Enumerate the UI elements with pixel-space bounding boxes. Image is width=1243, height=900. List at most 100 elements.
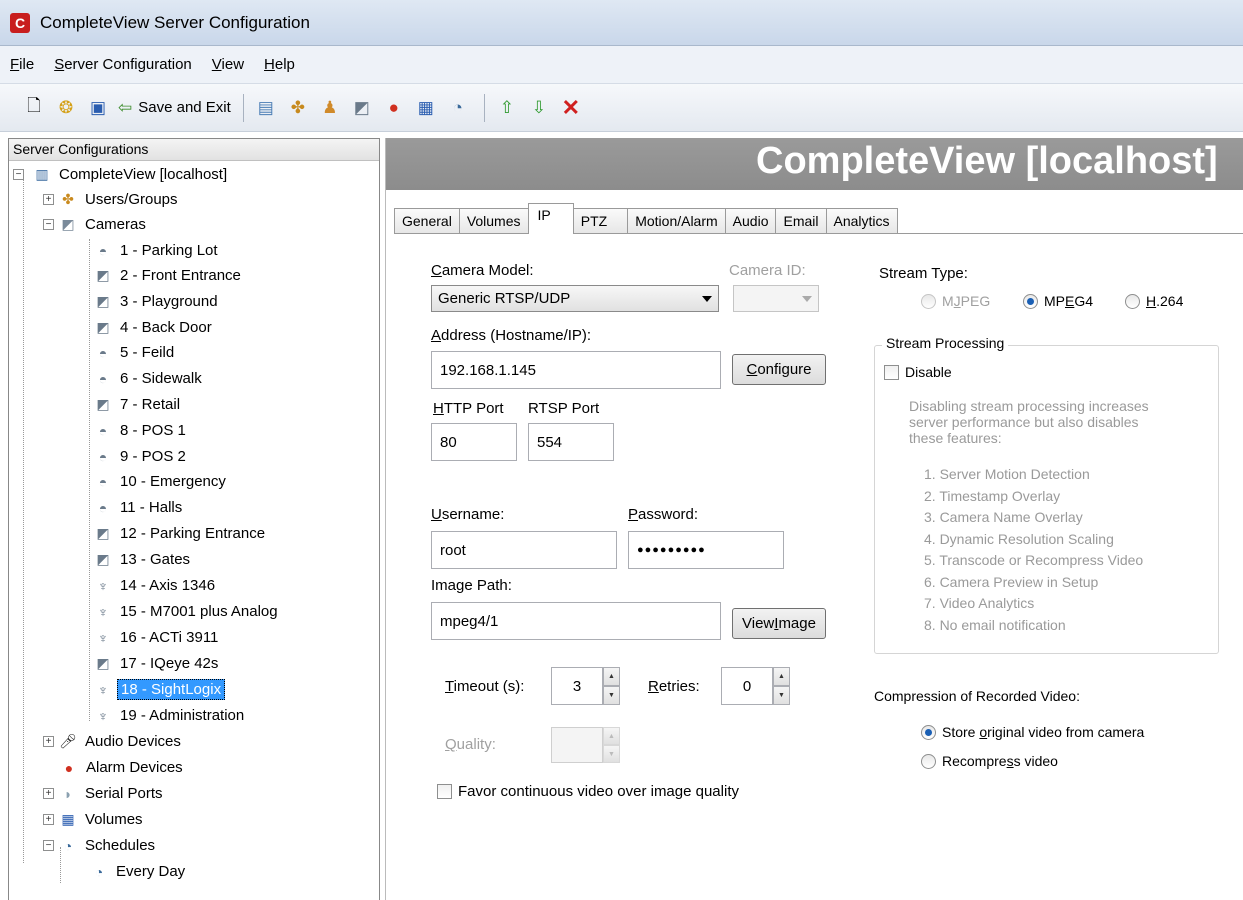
tree-item-camera-selected[interactable]: ♆ 18 - SightLogix xyxy=(93,677,226,702)
menu-server-configuration[interactable]: Server Configuration xyxy=(54,56,192,73)
tab-motion-alarm[interactable]: Motion/Alarm xyxy=(627,208,726,234)
spin-up-icon[interactable]: ▲ xyxy=(603,727,620,745)
move-up-icon[interactable]: ⇧ xyxy=(495,97,519,119)
tree-item-camera[interactable]: ♆ 14 - Axis 1346 xyxy=(93,573,218,598)
address-input[interactable]: 192.168.1.145 xyxy=(431,351,721,389)
menu-file[interactable]: File xyxy=(10,56,34,73)
expand-icon[interactable]: + xyxy=(43,736,54,747)
rtsp-port-input[interactable]: 554 xyxy=(528,423,614,461)
h264-radio[interactable] xyxy=(1125,293,1140,309)
view-image-button[interactable]: View Image xyxy=(732,608,826,639)
save-and-exit-button[interactable]: ⇦ Save and Exit xyxy=(118,98,231,118)
tree-item-camera[interactable]: ◩ 2 - Front Entrance xyxy=(93,263,244,288)
mpeg4-radio[interactable] xyxy=(1023,293,1038,309)
tree-item-camera[interactable]: ◩ 4 - Back Door xyxy=(93,315,215,340)
tree-item-camera[interactable]: ◩ 17 - IQeye 42s xyxy=(93,651,221,676)
quality-value[interactable] xyxy=(551,727,603,763)
add-server-icon[interactable]: ▤ xyxy=(254,97,278,119)
configure-button[interactable]: Configure xyxy=(732,354,826,385)
timeout-spinner[interactable]: 3 ▲ ▼ xyxy=(551,667,620,705)
favor-continuous-option[interactable]: Favor continuous video over image qualit… xyxy=(437,783,739,800)
mjpeg-radio[interactable] xyxy=(921,293,936,309)
ip-camera-icon: ♆ xyxy=(97,629,109,646)
username-input[interactable]: root xyxy=(431,531,617,569)
expand-icon[interactable]: + xyxy=(43,788,54,799)
tree-root[interactable]: − ▥ CompleteView [localhost] xyxy=(13,162,230,187)
tree-item-camera[interactable]: ◓ 11 - Halls xyxy=(93,495,185,520)
quality-label: Quality: xyxy=(445,736,496,753)
open-icon[interactable]: ❂ xyxy=(54,97,78,119)
tree-item-camera[interactable]: ◓ 9 - POS 2 xyxy=(93,444,189,469)
tree-item-alarm-devices[interactable]: ● Alarm Devices xyxy=(59,755,186,780)
mjpeg-option[interactable]: MJPEG xyxy=(921,293,990,309)
tree-item-schedules[interactable]: − ◔ Schedules xyxy=(43,833,158,858)
camera-model-select[interactable]: Generic RTSP/UDP xyxy=(431,285,719,312)
h264-option[interactable]: H.264 xyxy=(1125,293,1183,309)
add-alarm-icon[interactable]: ● xyxy=(382,97,406,119)
tree-item-users-groups[interactable]: + ✤ Users/Groups xyxy=(43,187,181,212)
password-input[interactable]: ●●●●●●●●● xyxy=(628,531,784,569)
expand-icon[interactable]: + xyxy=(43,194,54,205)
tree-item-camera[interactable]: ◩ 13 - Gates xyxy=(93,547,193,572)
add-user-icon[interactable]: ♟ xyxy=(318,97,342,119)
tree-item-volumes[interactable]: + ▦ Volumes xyxy=(43,807,146,832)
add-camera-icon[interactable]: ◩ xyxy=(350,97,374,119)
tree-item-audio-devices[interactable]: + 🎤︎ Audio Devices xyxy=(43,729,184,754)
retries-value[interactable]: 0 xyxy=(721,667,773,705)
tab-email[interactable]: Email xyxy=(775,208,827,234)
store-original-option[interactable]: Store original video from camera xyxy=(921,724,1144,740)
tree-item-camera[interactable]: ◓ 6 - Sidewalk xyxy=(93,366,205,391)
quality-spinner[interactable]: ▲ ▼ xyxy=(551,727,620,763)
spin-down-icon[interactable]: ▼ xyxy=(603,686,620,705)
tab-ptz[interactable]: PTZ xyxy=(572,208,629,234)
collapse-icon[interactable]: − xyxy=(43,840,54,851)
delete-icon[interactable]: ✕ xyxy=(559,95,583,120)
spin-down-icon[interactable]: ▼ xyxy=(773,686,790,705)
tree-item-camera[interactable]: ◩ 7 - Retail xyxy=(93,392,183,417)
tree-item-serial-ports[interactable]: + ◗ Serial Ports xyxy=(43,781,166,806)
tab-volumes[interactable]: Volumes xyxy=(458,208,529,234)
tree-item-camera[interactable]: ◩ 12 - Parking Entrance xyxy=(93,521,268,546)
add-volume-icon[interactable]: ▦ xyxy=(414,97,438,119)
tree-item-camera[interactable]: ◓ 1 - Parking Lot xyxy=(93,238,221,263)
http-port-input[interactable]: 80 xyxy=(431,423,517,461)
tab-analytics[interactable]: Analytics xyxy=(825,208,898,234)
new-file-icon[interactable]: 🗋 xyxy=(22,96,46,119)
image-path-input[interactable]: mpeg4/1 xyxy=(431,602,721,640)
favor-continuous-checkbox[interactable] xyxy=(437,784,452,799)
collapse-icon[interactable]: − xyxy=(13,169,24,180)
menu-help[interactable]: Help xyxy=(264,56,295,73)
tree-item-camera[interactable]: ◓ 5 - Feild xyxy=(93,340,177,365)
tree-item-camera[interactable]: ♆ 16 - ACTi 3911 xyxy=(93,625,221,650)
tree-item-camera[interactable]: ◩ 3 - Playground xyxy=(93,289,221,314)
tree-item-camera[interactable]: ♆ 15 - M7001 plus Analog xyxy=(93,599,281,624)
spin-up-icon[interactable]: ▲ xyxy=(603,667,620,686)
store-original-radio[interactable] xyxy=(921,724,936,740)
timeout-value[interactable]: 3 xyxy=(551,667,603,705)
ip-camera-icon: ♆ xyxy=(97,603,109,620)
disable-processing-checkbox[interactable] xyxy=(884,364,899,380)
tree-item-cameras[interactable]: − ◩ Cameras xyxy=(43,212,149,237)
move-down-icon[interactable]: ⇩ xyxy=(527,97,551,119)
tab-ip[interactable]: IP xyxy=(527,203,574,234)
tab-audio[interactable]: Audio xyxy=(724,208,777,234)
tab-general[interactable]: General xyxy=(394,208,460,234)
spin-up-icon[interactable]: ▲ xyxy=(773,667,790,686)
add-group-icon[interactable]: ✤ xyxy=(286,97,310,119)
tree-item-every-day[interactable]: ◔ Every Day xyxy=(89,859,188,884)
disable-processing-option[interactable]: Disable xyxy=(884,364,952,380)
save-icon[interactable]: ▣ xyxy=(86,97,110,119)
tree-item-camera[interactable]: ♆ 19 - Administration xyxy=(93,703,247,728)
tree-item-camera[interactable]: ◓ 10 - Emergency xyxy=(93,469,229,494)
recompress-option[interactable]: Recompress video xyxy=(921,753,1058,769)
collapse-icon[interactable]: − xyxy=(43,219,54,230)
menu-view[interactable]: View xyxy=(212,56,244,73)
tree-item-camera[interactable]: ◓ 8 - POS 1 xyxy=(93,418,189,443)
recompress-radio[interactable] xyxy=(921,753,936,769)
spin-down-icon[interactable]: ▼ xyxy=(603,745,620,763)
retries-spinner[interactable]: 0 ▲ ▼ xyxy=(721,667,790,705)
add-schedule-icon[interactable]: ◔ xyxy=(446,97,470,119)
expand-icon[interactable]: + xyxy=(43,814,54,825)
camera-id-select[interactable] xyxy=(733,285,819,312)
mpeg4-option[interactable]: MPEG4 xyxy=(1023,293,1093,309)
